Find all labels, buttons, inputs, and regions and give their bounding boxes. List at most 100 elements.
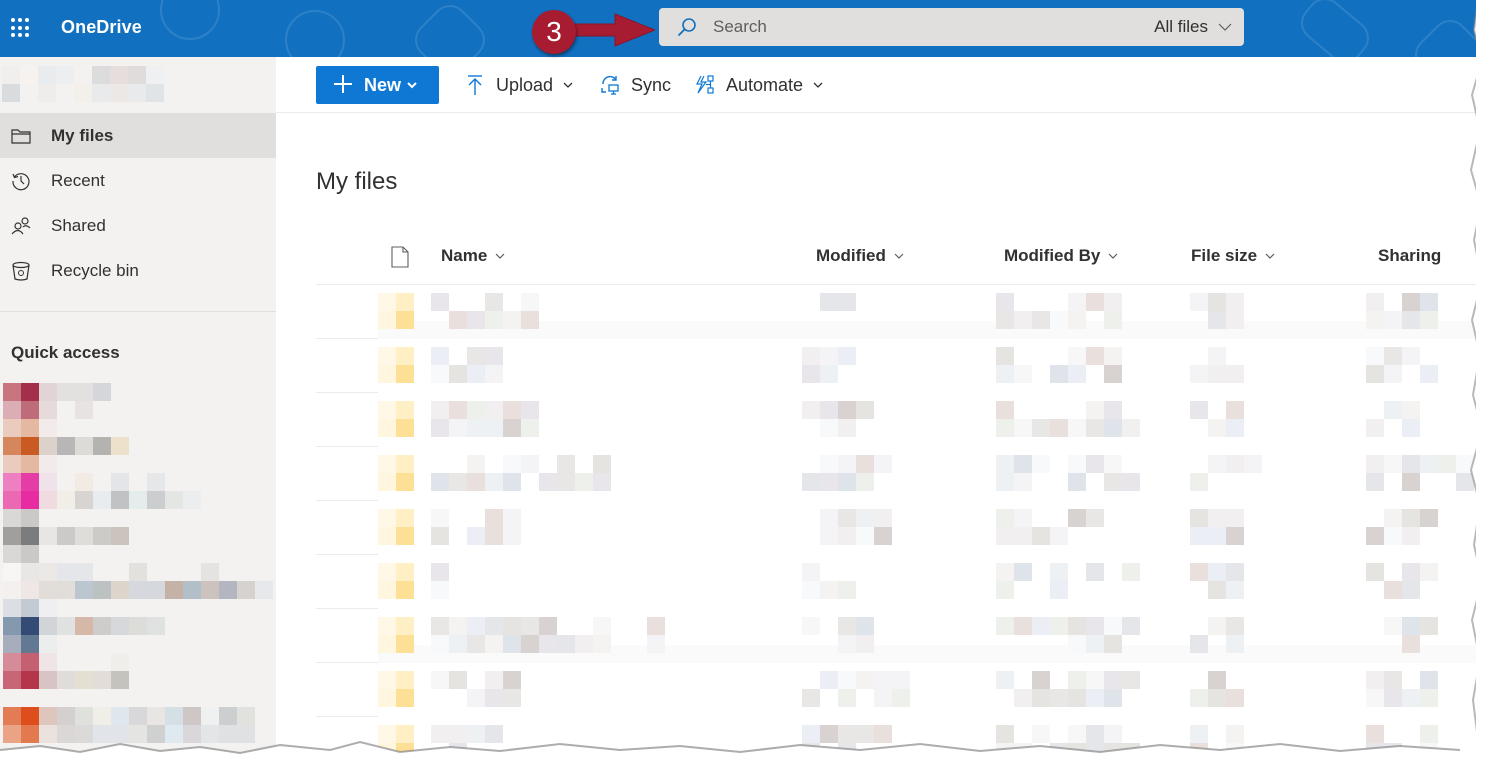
quick-access-item[interactable] (3, 455, 273, 491)
header-decoration (1293, 0, 1377, 57)
column-header-label: Modified By (1004, 246, 1101, 265)
torn-edge-decoration (1468, 0, 1476, 760)
nav-list: My files Recent Shared Recycle bin (0, 113, 276, 293)
table-row[interactable] (316, 555, 1476, 609)
folder-icon (11, 129, 31, 144)
table-row[interactable] (316, 339, 1476, 393)
automate-label: Automate (726, 74, 804, 95)
redacted-cell-mod (802, 563, 874, 599)
redacted-cell-share (1366, 401, 1420, 437)
annotation-arrow-icon (565, 13, 655, 47)
redacted-cell-share (1366, 563, 1438, 599)
quick-access-heading: Quick access (11, 343, 120, 362)
redacted-cell-mod (802, 671, 910, 707)
quick-access-item[interactable] (3, 491, 273, 527)
redacted-cell-name (431, 617, 665, 653)
redacted-cell-modby (996, 293, 1140, 329)
column-header-modified[interactable]: Modified (816, 246, 904, 266)
redacted-cell-share (1366, 455, 1474, 491)
redacted-cell-mod (802, 293, 856, 329)
column-header-label: Sharing (1378, 246, 1442, 265)
folder-icon (378, 671, 414, 707)
redacted-cell-mod (802, 347, 856, 383)
suite-header: OneDrive All files (0, 0, 1476, 57)
redacted-cell-size (1190, 617, 1244, 653)
history-icon (12, 173, 30, 191)
app-brand[interactable]: OneDrive (61, 17, 142, 38)
redacted-cell-name (431, 401, 539, 437)
redacted-cell-size (1190, 293, 1244, 329)
file-type-icon[interactable] (390, 246, 410, 268)
redacted-cell-share (1366, 617, 1438, 653)
recycle-bin-icon (12, 261, 30, 281)
new-button-label: New (364, 75, 402, 95)
redacted-cell-mod (802, 617, 874, 653)
sync-icon (601, 75, 619, 95)
quick-access-item[interactable] (3, 527, 273, 563)
sidebar-item-recent[interactable]: Recent (0, 158, 276, 203)
column-header-label: File size (1191, 246, 1258, 265)
column-header-modified-by[interactable]: Modified By (1004, 246, 1118, 266)
main-content: New Upload Sync Automate My files Name M… (276, 57, 1476, 760)
folder-icon (378, 455, 414, 491)
onedrive-window: OneDrive All files 3 (0, 0, 1476, 760)
redacted-cell-name (431, 293, 539, 329)
people-icon (11, 217, 31, 235)
new-button[interactable]: New (316, 66, 439, 104)
header-decoration (160, 0, 220, 40)
automate-button[interactable]: Automate (694, 66, 823, 104)
sidebar-item-shared[interactable]: Shared (0, 203, 276, 248)
redacted-cell-modby (996, 401, 1140, 437)
quick-access-item[interactable] (3, 599, 273, 635)
chevron-down-icon (813, 82, 823, 88)
redacted-cell-size (1190, 401, 1244, 437)
chevron-down-icon (1108, 253, 1118, 259)
chevron-down-icon (407, 82, 417, 89)
page-title: My files (316, 168, 398, 195)
column-header-file-size[interactable]: File size (1191, 246, 1275, 266)
header-decoration (407, 0, 493, 57)
redacted-cell-modby (996, 671, 1140, 707)
redacted-cell-modby (996, 455, 1140, 491)
folder-icon (378, 401, 414, 437)
search-scope-dropdown[interactable]: All files (1154, 8, 1232, 46)
sidebar-item-recycle-bin[interactable]: Recycle bin (0, 248, 276, 293)
left-navigation: My files Recent Shared Recycle bin Quick… (0, 57, 276, 760)
sidebar-item-label: Recent (51, 170, 105, 190)
torn-edge-decoration (0, 740, 1476, 760)
column-header-name[interactable]: Name (441, 246, 505, 266)
quick-access-item[interactable] (3, 563, 273, 599)
redacted-cell-size (1190, 455, 1262, 491)
redacted-cell-size (1190, 509, 1244, 545)
upload-button[interactable]: Upload (464, 66, 573, 104)
header-decoration (285, 10, 345, 57)
upload-label: Upload (496, 74, 554, 95)
search-box[interactable]: All files (659, 8, 1244, 46)
redacted-cell-mod (802, 401, 874, 437)
quick-access-item[interactable] (3, 635, 273, 671)
table-row[interactable] (316, 447, 1476, 501)
table-header: Name Modified Modified By File size Shar… (316, 229, 1476, 285)
redacted-cell-size (1190, 671, 1244, 707)
quick-access-item[interactable] (3, 419, 273, 455)
redacted-cell-share (1366, 671, 1438, 707)
table-row[interactable] (316, 609, 1476, 663)
table-row[interactable] (316, 501, 1476, 555)
sync-label: Sync (631, 74, 672, 95)
sync-button[interactable]: Sync (599, 66, 671, 104)
automate-icon (696, 75, 714, 94)
app-launcher-icon[interactable] (9, 16, 33, 40)
table-row[interactable] (316, 393, 1476, 447)
row-highlight (378, 321, 1476, 339)
table-body (316, 285, 1476, 760)
search-input[interactable] (713, 8, 1093, 46)
chevron-down-icon (1265, 253, 1275, 259)
column-header-sharing[interactable]: Sharing (1378, 246, 1441, 266)
table-row[interactable] (316, 663, 1476, 717)
redacted-cell-mod (802, 455, 892, 491)
table-row[interactable] (316, 285, 1476, 339)
redacted-cell-modby (996, 347, 1140, 383)
quick-access-item[interactable] (3, 383, 273, 419)
quick-access-item[interactable] (3, 671, 273, 707)
sidebar-item-my-files[interactable]: My files (0, 113, 276, 158)
